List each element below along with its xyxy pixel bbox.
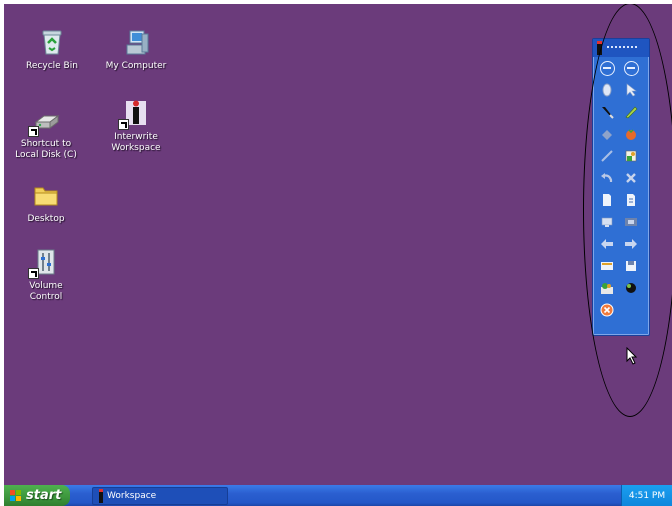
toolbar-button-grid: [593, 57, 649, 323]
back-arrow-icon: [601, 239, 613, 249]
folder-icon: [30, 179, 62, 211]
eye-icon: [626, 283, 636, 293]
delete-icon: [626, 173, 636, 183]
new-page-icon: [603, 194, 611, 206]
interwrite-icon: [99, 489, 103, 503]
toolbar-button[interactable]: [622, 147, 640, 165]
toolbar-button[interactable]: [622, 125, 640, 143]
pen-icon: [602, 107, 614, 119]
toolbar-button[interactable]: [598, 279, 616, 297]
desktop-folder-shortcut[interactable]: Desktop: [4, 179, 88, 225]
toolbar-button[interactable]: [622, 59, 640, 77]
toolbar-button[interactable]: [622, 257, 640, 275]
toolbar-button[interactable]: [622, 103, 640, 121]
icon-label: My Computer: [105, 61, 167, 71]
volume-control-shortcut[interactable]: Volume Control: [4, 246, 88, 303]
shortcut-arrow-icon: [28, 126, 39, 137]
toolbar-button[interactable]: [622, 81, 640, 99]
close-circle-icon: [600, 303, 614, 317]
disk-drive-icon: [28, 104, 62, 137]
icon-label: Shortcut to Local Disk (C): [15, 139, 77, 160]
icon-label: Volume Control: [29, 281, 63, 302]
toolbar-button[interactable]: [622, 213, 640, 231]
keyboard-icon: [601, 262, 613, 270]
toolbar-title-bar[interactable]: [593, 39, 649, 57]
eraser-icon: [602, 130, 612, 140]
toolbar-button[interactable]: [598, 257, 616, 275]
interwrite-icon: [118, 97, 152, 130]
pages-icon: [627, 194, 635, 206]
icon-label: Recycle Bin: [26, 61, 78, 71]
toolbar-button[interactable]: [598, 191, 616, 209]
toolbar-button[interactable]: [598, 81, 616, 99]
film-icon: [625, 218, 637, 226]
undo-icon: [601, 173, 613, 182]
mouse-icon: [602, 83, 612, 97]
screen-capture-icon: [601, 217, 613, 227]
toolbar-button[interactable]: [598, 169, 616, 187]
save-icon: [626, 261, 636, 271]
tomato-icon: [626, 129, 636, 140]
toolbar-button[interactable]: [598, 147, 616, 165]
local-disk-shortcut[interactable]: Shortcut to Local Disk (C): [4, 104, 88, 161]
toolbar-button[interactable]: [598, 125, 616, 143]
toolbar-button[interactable]: [598, 213, 616, 231]
line-tool-icon: [601, 150, 613, 162]
mouse-cursor-icon: [626, 347, 638, 365]
interwrite-workspace-shortcut[interactable]: Interwrite Workspace: [94, 97, 178, 154]
icon-label: Interwrite Workspace: [111, 132, 161, 153]
toolbar-grip[interactable]: [607, 45, 637, 51]
volume-control-icon: [28, 246, 62, 279]
minimize-circle-icon: [623, 60, 639, 76]
shortcut-arrow-icon: [28, 268, 39, 279]
toolbar-button[interactable]: [598, 59, 616, 77]
interwrite-toolbar[interactable]: [592, 38, 650, 336]
shortcut-arrow-icon: [118, 119, 129, 130]
toolbar-button[interactable]: [622, 235, 640, 253]
toolbar-button[interactable]: [622, 169, 640, 187]
taskbar-button-workspace[interactable]: Workspace: [92, 487, 228, 505]
system-tray: 4:51 PM: [621, 485, 672, 506]
forward-arrow-icon: [625, 239, 637, 249]
recycle-bin-icon: [36, 26, 68, 58]
highlighter-icon: [625, 106, 638, 119]
toolbar-button[interactable]: [622, 191, 640, 209]
clock[interactable]: 4:51 PM: [629, 491, 665, 501]
insert-object-icon: [625, 150, 637, 162]
icon-label: Desktop: [27, 214, 65, 224]
desktop: Recycle Bin My Computer Shortcut to Loca…: [4, 4, 672, 485]
minimize-circle-icon: [599, 60, 615, 76]
toolbar-button[interactable]: [622, 279, 640, 297]
my-computer-shortcut[interactable]: My Computer: [94, 26, 178, 72]
toolbar-button[interactable]: [598, 235, 616, 253]
start-label: start: [26, 488, 62, 503]
recycle-bin-shortcut[interactable]: Recycle Bin: [10, 26, 94, 72]
arrow-pointer-icon: [626, 83, 637, 97]
computer-icon: [120, 26, 152, 58]
toolbar-button[interactable]: [598, 301, 616, 319]
taskbar-button-label: Workspace: [107, 491, 157, 501]
start-button[interactable]: start: [4, 485, 70, 506]
tools-icon: [601, 283, 613, 294]
interwrite-logo-icon: [597, 41, 602, 55]
windows-logo-icon: [10, 489, 22, 502]
taskbar: start Workspace 4:51 PM: [4, 485, 672, 506]
toolbar-button[interactable]: [598, 103, 616, 121]
screen: Recycle Bin My Computer Shortcut to Loca…: [4, 4, 672, 506]
